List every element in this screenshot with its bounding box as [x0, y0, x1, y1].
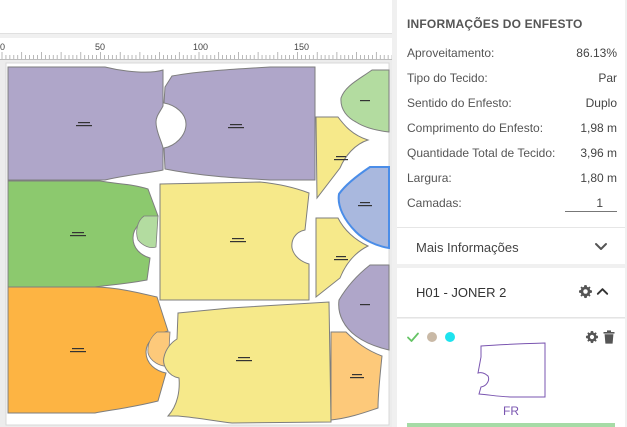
- piece-annotation: [72, 348, 84, 350]
- piece-annotation: [334, 159, 348, 161]
- piece-annotation: [360, 100, 370, 102]
- piece-annotation: [358, 205, 372, 207]
- check-icon[interactable]: [406, 330, 420, 344]
- info-row-fabric-type: Tipo do Tecido: Par: [407, 71, 617, 91]
- info-value: 86.13%: [576, 46, 617, 60]
- info-label: Quantidade Total de Tecido:: [407, 146, 556, 160]
- piece-annotation: [72, 232, 84, 234]
- info-label: Aproveitamento:: [407, 46, 495, 60]
- info-row-utilization: Aproveitamento: 86.13%: [407, 46, 617, 66]
- pattern-piece[interactable]: [163, 66, 316, 181]
- info-label: Comprimento do Enfesto:: [407, 121, 544, 135]
- piece-annotation: [334, 259, 348, 261]
- horizontal-ruler: 0 50 100 150: [0, 38, 392, 60]
- piece-annotation: [78, 122, 90, 124]
- info-label: Camadas:: [407, 196, 462, 210]
- chevron-down-icon[interactable]: [593, 238, 609, 254]
- info-value: 1,80 m: [580, 171, 617, 185]
- info-row-spread-length: Comprimento do Enfesto: 1,98 m: [407, 121, 617, 141]
- marker-canvas-area: 0 50 100 150: [0, 38, 392, 427]
- marker-board: [0, 60, 392, 427]
- piece-annotation: [230, 124, 242, 126]
- piece-annotation: [228, 127, 244, 129]
- group-header[interactable]: H01 - JONER 2: [397, 268, 625, 318]
- more-info-toggle[interactable]: Mais Informações: [416, 240, 519, 255]
- info-row-width: Largura: 1,80 m: [407, 171, 617, 191]
- info-title: INFORMAÇÕES DO ENFESTO: [407, 17, 583, 31]
- piece-label: FR: [503, 404, 519, 418]
- layers-input[interactable]: [565, 194, 617, 212]
- piece-annotation: [76, 125, 92, 127]
- trash-icon[interactable]: [603, 330, 615, 344]
- spread-info-panel: INFORMAÇÕES DO ENFESTO Aproveitamento: 8…: [397, 0, 625, 264]
- top-toolbar: [0, 0, 392, 34]
- pattern-piece[interactable]: [7, 66, 164, 181]
- ruler-tick-50: 50: [95, 42, 105, 52]
- piece-annotation: [236, 360, 252, 362]
- info-label: Largura:: [407, 171, 452, 185]
- piece-annotation: [360, 304, 370, 306]
- ruler-tick-100: 100: [193, 42, 208, 52]
- info-label: Sentido do Enfesto:: [407, 96, 512, 110]
- group-item-card[interactable]: FR: [397, 319, 625, 427]
- pattern-piece[interactable]: [7, 286, 169, 414]
- divider: [397, 227, 625, 228]
- info-value: Duplo: [585, 96, 617, 110]
- info-value: 1,98 m: [580, 121, 617, 135]
- info-value: 3,96 m: [580, 146, 617, 160]
- piece-annotation: [70, 351, 86, 353]
- group-name: H01 - JONER 2: [416, 285, 507, 300]
- piece-annotation: [352, 374, 362, 376]
- ruler-tick-0: 0: [0, 42, 5, 52]
- info-value: Par: [598, 71, 617, 85]
- piece-annotation: [360, 202, 370, 204]
- piece-annotation: [336, 156, 346, 158]
- info-row-layers: Camadas:: [407, 194, 617, 216]
- app-root: 0 50 100 150 INFORMAÇÕES DO ENFESTO Apro…: [0, 0, 627, 427]
- ruler-tick-150: 150: [294, 42, 309, 52]
- piece-annotation: [230, 241, 246, 243]
- piece-annotation: [238, 357, 250, 359]
- status-bar: [407, 423, 615, 427]
- info-label: Tipo do Tecido:: [407, 71, 488, 85]
- info-row-spread-direction: Sentido do Enfesto: Duplo: [407, 96, 617, 116]
- chevron-up-icon[interactable]: [595, 284, 610, 299]
- side-panel: INFORMAÇÕES DO ENFESTO Aproveitamento: 8…: [397, 0, 627, 427]
- color-dot[interactable]: [427, 332, 437, 342]
- info-row-total-fabric: Quantidade Total de Tecido: 3,96 m: [407, 146, 617, 166]
- piece-annotation: [232, 238, 244, 240]
- pattern-piece[interactable]: [163, 301, 332, 424]
- piece-annotation: [70, 235, 86, 237]
- color-dot[interactable]: [445, 332, 455, 342]
- gear-icon[interactable]: [585, 330, 599, 344]
- piece-annotation: [350, 377, 364, 379]
- piece-annotation: [336, 256, 346, 258]
- gear-icon[interactable]: [578, 284, 593, 299]
- piece-thumbnail[interactable]: [473, 342, 549, 400]
